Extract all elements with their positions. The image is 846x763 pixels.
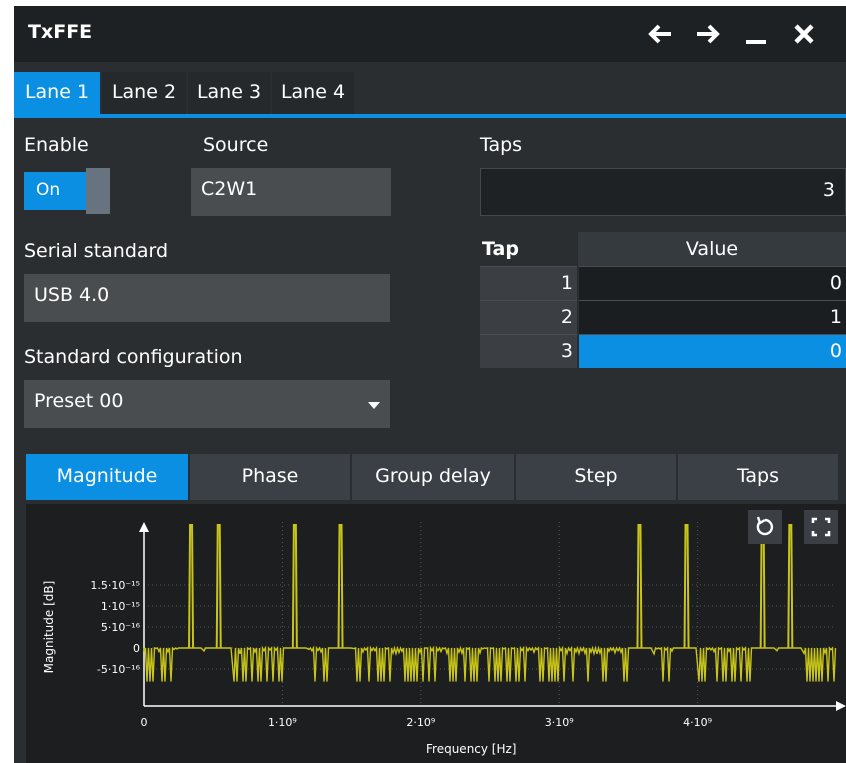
standard-configuration-label: Standard configuration — [24, 346, 243, 368]
y-tick-label: 5·10⁻¹⁶ — [101, 621, 141, 634]
y-axis-arrow — [139, 522, 149, 532]
taps-count-field[interactable]: 3 — [480, 168, 846, 216]
x-tick-label: 1·10⁹ — [268, 716, 297, 729]
standard-configuration-value: Preset 00 — [34, 390, 124, 412]
magnitude-spike — [291, 524, 298, 649]
toggle-knob — [86, 168, 110, 214]
tap-index: 1 — [480, 265, 578, 300]
tab-taps[interactable]: Taps — [678, 454, 838, 500]
value-column-header: Value — [578, 232, 846, 266]
source-field[interactable]: C2W1 — [191, 168, 391, 216]
close-icon[interactable] — [788, 18, 820, 50]
tab-lane-4[interactable]: Lane 4 — [272, 72, 354, 114]
table-row[interactable]: 2 1 — [480, 299, 846, 334]
y-tick-label: 0 — [133, 642, 140, 655]
view-tabs: Magnitude Phase Group delay Step Taps — [26, 454, 838, 500]
taps-label: Taps — [480, 134, 523, 156]
magnitude-spike — [787, 524, 794, 649]
tab-phase[interactable]: Phase — [190, 454, 350, 500]
magnitude-chart: 0 1·10⁹ 2·10⁹ 3·10⁹ 4·10⁹ 1.5·10⁻¹⁵ 1·10⁻¹⁵ 5·1… — [90, 522, 846, 729]
tap-value-cell[interactable]: 1 — [577, 299, 846, 334]
chevron-down-icon — [368, 402, 380, 409]
reset-icon — [756, 516, 774, 536]
tap-column-header: Tap — [480, 232, 578, 266]
table-row[interactable]: 1 0 — [480, 265, 846, 300]
enable-toggle-state: On — [24, 172, 86, 210]
magnitude-spike — [636, 524, 643, 649]
back-arrow-icon[interactable] — [644, 18, 676, 50]
tap-index: 3 — [480, 333, 578, 368]
y-tick-label: 1·10⁻¹⁵ — [101, 600, 140, 613]
tab-magnitude[interactable]: Magnitude — [26, 454, 188, 500]
magnitude-plot[interactable]: 0 1·10⁹ 2·10⁹ 3·10⁹ 4·10⁹ 1.5·10⁻¹⁵ 1·10⁻¹⁵ 5·1… — [26, 504, 846, 763]
serial-standard-label: Serial standard — [24, 240, 169, 262]
tab-group-delay[interactable]: Group delay — [352, 454, 514, 500]
magnitude-spike — [683, 524, 690, 649]
fullscreen-button[interactable] — [804, 510, 838, 544]
y-axis-label: Magnitude [dB] — [42, 580, 56, 674]
y-tick-label: 1.5·10⁻¹⁵ — [90, 579, 140, 592]
magnitude-spike — [337, 524, 344, 649]
tab-lane-1[interactable]: Lane 1 — [14, 72, 100, 114]
x-tick-label: 4·10⁹ — [683, 716, 712, 729]
serial-standard-field[interactable]: USB 4.0 — [24, 274, 390, 322]
x-axis-label: Frequency [Hz] — [426, 742, 517, 756]
tap-value-cell[interactable]: 0 — [577, 333, 846, 368]
minimize-icon[interactable] — [740, 18, 772, 50]
x-tick-label: 3·10⁹ — [545, 716, 574, 729]
source-label: Source — [203, 134, 269, 156]
txffe-dialog: TxFFE Lane 1 Lane 2 Lane 3 Lane 4 Enable… — [14, 6, 846, 763]
lane-tabs: Lane 1 Lane 2 Lane 3 Lane 4 — [14, 68, 846, 118]
y-tick-label: -5·10⁻¹⁶ — [97, 663, 141, 676]
x-tick-label: 2·10⁹ — [406, 716, 435, 729]
x-axis-arrow — [836, 701, 846, 711]
magnitude-spike — [215, 524, 222, 649]
x-tick-label: 0 — [141, 716, 148, 729]
table-row-selected[interactable]: 3 0 — [480, 333, 846, 368]
reset-zoom-button[interactable] — [748, 510, 782, 544]
standard-configuration-select[interactable]: Preset 00 — [24, 380, 390, 428]
enable-label: Enable — [24, 134, 89, 156]
tap-value-cell[interactable]: 0 — [577, 265, 846, 300]
expand-icon — [811, 517, 831, 537]
tab-lane-3[interactable]: Lane 3 — [188, 72, 270, 114]
tab-step[interactable]: Step — [516, 454, 676, 500]
forward-arrow-icon[interactable] — [692, 18, 724, 50]
magnitude-trace — [143, 645, 837, 682]
tap-index: 2 — [480, 299, 578, 334]
tap-table: Tap Value 1 0 2 1 3 0 — [480, 232, 846, 368]
enable-toggle[interactable]: On — [24, 168, 110, 214]
magnitude-spike — [188, 524, 195, 649]
tap-table-header: Tap Value — [480, 232, 846, 266]
dialog-title: TxFFE — [28, 21, 93, 43]
tab-lane-2[interactable]: Lane 2 — [102, 72, 186, 114]
title-bar: TxFFE — [14, 6, 846, 62]
